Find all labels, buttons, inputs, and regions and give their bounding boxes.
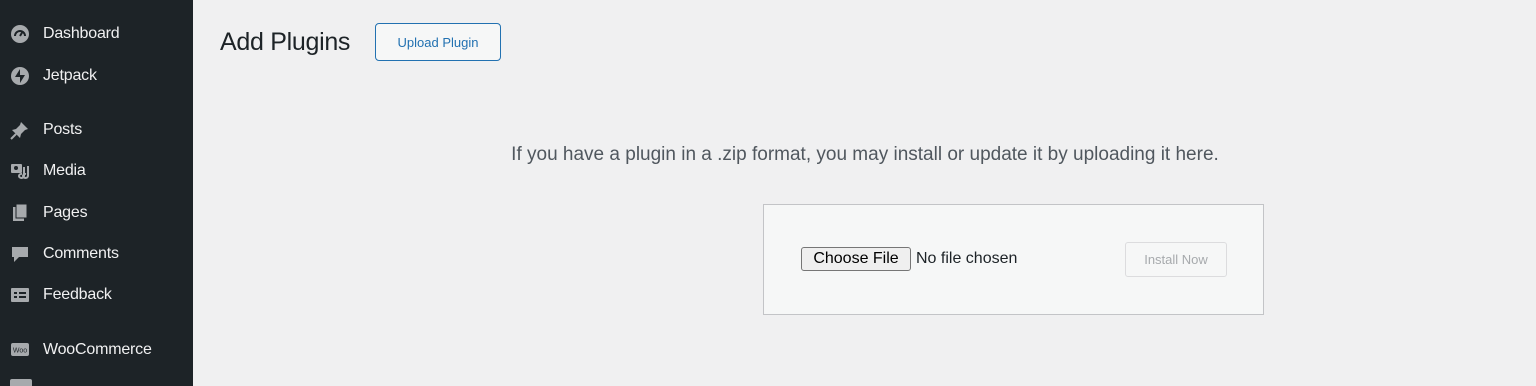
sidebar-item-jetpack[interactable]: Jetpack	[0, 59, 193, 93]
admin-sidebar: Dashboard Jetpack Posts Media Pages Comm…	[0, 0, 193, 386]
main-content: Add Plugins Upload Plugin If you have a …	[193, 0, 1536, 386]
sidebar-item-label: WooCommerce	[43, 341, 152, 358]
sidebar-item-label: Jetpack	[43, 67, 97, 84]
sidebar-item-woocommerce[interactable]: Woo WooCommerce	[0, 333, 193, 367]
media-icon	[10, 161, 30, 181]
sidebar-item-label: Posts	[43, 121, 83, 138]
choose-file-button[interactable]: Choose File	[801, 247, 911, 271]
sidebar-item-label: Media	[43, 162, 86, 179]
next-menu-icon	[10, 379, 32, 386]
upload-help-text: If you have a plugin in a .zip format, y…	[511, 144, 1219, 165]
pages-icon	[10, 203, 30, 223]
sidebar-item-comments[interactable]: Comments	[0, 237, 193, 271]
sidebar-item-label: Feedback	[43, 286, 112, 303]
woocommerce-icon: Woo	[10, 340, 30, 360]
dashboard-icon	[10, 24, 30, 44]
sidebar-item-feedback[interactable]: Feedback	[0, 278, 193, 312]
sidebar-item-label: Dashboard	[43, 25, 120, 42]
upload-plugin-button[interactable]: Upload Plugin	[375, 23, 501, 61]
upload-plugin-form: Choose File No file chosen Install Now	[763, 204, 1264, 315]
feedback-icon	[10, 285, 30, 305]
sidebar-item-dashboard[interactable]: Dashboard	[0, 17, 193, 51]
sidebar-item-posts[interactable]: Posts	[0, 113, 193, 147]
install-now-button[interactable]: Install Now	[1125, 242, 1227, 277]
file-status-text: No file chosen	[916, 250, 1018, 267]
page-title: Add Plugins	[220, 28, 351, 56]
sidebar-item-pages[interactable]: Pages	[0, 196, 193, 230]
comment-icon	[10, 244, 30, 264]
pin-icon	[10, 120, 30, 140]
sidebar-item-media[interactable]: Media	[0, 154, 193, 188]
sidebar-item-label: Pages	[43, 204, 88, 221]
svg-text:Woo: Woo	[13, 348, 27, 355]
jetpack-icon	[10, 66, 30, 86]
sidebar-item-label: Comments	[43, 245, 119, 262]
